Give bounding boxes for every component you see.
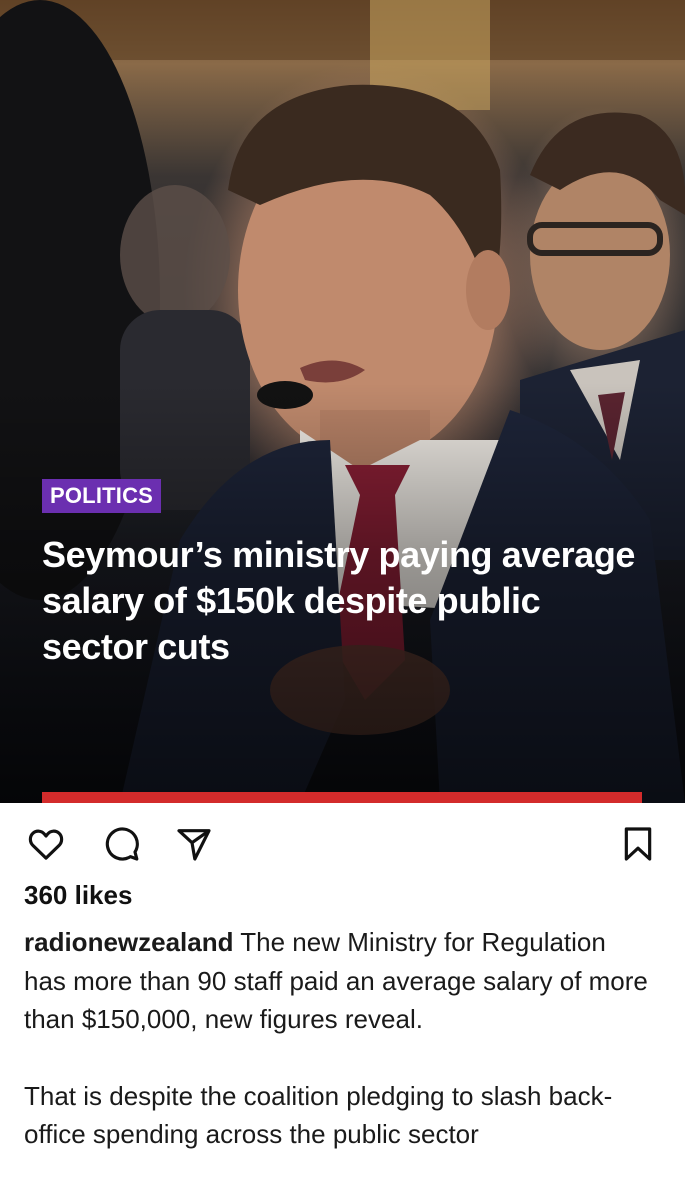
post-headline: Seymour’s ministry paying average salary… — [42, 534, 636, 667]
post-caption: radionewzealand The new Ministry for Reg… — [24, 923, 654, 1154]
bookmark-icon — [624, 827, 652, 861]
post-action-bar — [0, 818, 685, 870]
heart-icon — [28, 829, 64, 860]
like-button[interactable] — [24, 822, 68, 866]
caption-username[interactable]: radionewzealand — [24, 927, 234, 957]
share-button[interactable] — [172, 822, 216, 866]
comment-icon — [105, 827, 139, 861]
caption-text-continued: That is despite the coalition pledging t… — [24, 1080, 613, 1150]
category-badge: POLITICS — [42, 479, 162, 513]
save-button[interactable] — [616, 822, 660, 866]
brand-accent-bar — [42, 792, 642, 803]
post-image[interactable]: POLITICS Seymour’s ministry paying avera… — [0, 0, 685, 803]
likes-count[interactable]: 360 likes — [24, 880, 132, 911]
send-icon — [177, 829, 211, 861]
comment-button[interactable] — [99, 822, 143, 866]
